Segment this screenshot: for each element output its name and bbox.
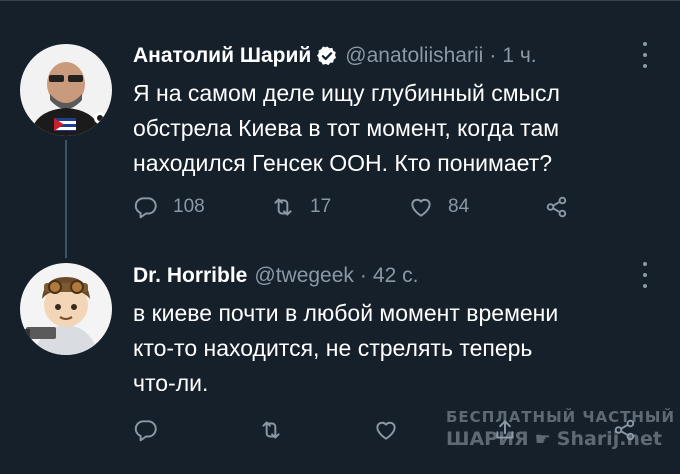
like-button[interactable]: [373, 417, 399, 443]
share-icon: [496, 420, 514, 439]
tweet-text-line: обстрела Киева в тот момент, когда там: [133, 115, 560, 141]
watermark-line-2: ШАРИЯ ☛ Sharij.net: [446, 428, 676, 450]
retweet-count: 17: [310, 196, 332, 217]
tweet-text-line: Я на самом деле ищу глубинный смысл: [133, 80, 560, 106]
separator-dot: ·: [359, 264, 367, 287]
like-icon: [411, 198, 431, 217]
tweet-text-line: в киеве почти в любой момент времени: [133, 300, 559, 326]
tweet-text-line: находился Генсек ООН. Кто понимает?: [133, 150, 552, 176]
reply-button[interactable]: [133, 417, 159, 443]
pointing-hand-icon: ☛: [534, 428, 551, 450]
retweet-icon: [274, 198, 292, 216]
reply-count: 108: [173, 196, 205, 217]
tweet-text-line: что-ли.: [133, 370, 209, 396]
avatar-cartoon-icon: [20, 263, 112, 355]
tweet-header: Анатолий Шарий @anatoliisharii · 1 ч.: [133, 44, 537, 68]
thread-connector-line: [65, 140, 67, 258]
tweet-text: Я на самом деле ищу глубинный смысл обстр…: [133, 76, 653, 181]
like-icon: [376, 421, 396, 440]
tweet-text-line: кто-то находится, не стрелять теперь: [133, 335, 533, 361]
reply-button[interactable]: 108: [133, 194, 205, 220]
avatar[interactable]: [20, 44, 112, 136]
author-name[interactable]: Dr. Horrible: [133, 264, 247, 288]
avatar[interactable]: [20, 263, 112, 355]
share-icon: [546, 196, 567, 218]
more-icon[interactable]: [638, 42, 652, 68]
separator-dot: ·: [489, 44, 497, 67]
tweet-header: Dr. Horrible @twegeek · 42 с.: [133, 264, 418, 288]
more-icon[interactable]: [638, 262, 652, 288]
tweet-text: в киеве почти в любой момент времени кто-…: [133, 296, 653, 401]
watermark-line-1: БЕСПЛАТНЫЙ ЧАСТНЫЙ: [446, 408, 676, 426]
retweet-button[interactable]: [258, 417, 284, 443]
retweet-button[interactable]: 17: [270, 194, 331, 220]
author-handle[interactable]: @twegeek: [254, 264, 354, 288]
author-name[interactable]: Анатолий Шарий: [133, 44, 311, 68]
like-button[interactable]: 84: [408, 194, 469, 220]
timestamp[interactable]: 42 с.: [373, 264, 419, 288]
verified-badge-icon: [316, 45, 338, 67]
reply-icon: [134, 420, 157, 442]
avatar-photo-icon: [20, 44, 112, 136]
share-button[interactable]: [544, 194, 570, 220]
share-link-button[interactable]: [612, 417, 638, 443]
retweet-icon: [262, 421, 280, 439]
author-handle[interactable]: @anatoliisharii: [345, 44, 483, 68]
timestamp[interactable]: 1 ч.: [502, 44, 536, 68]
like-count: 84: [448, 196, 470, 217]
top-divider: [0, 0, 680, 1]
watermark-right: Sharij.net: [556, 428, 662, 450]
share-button[interactable]: [492, 417, 518, 443]
reply-icon: [134, 197, 157, 219]
share-icon: [614, 419, 635, 441]
watermark: БЕСПЛАТНЫЙ ЧАСТНЫЙ ШАРИЯ ☛ Sharij.net: [446, 408, 676, 450]
